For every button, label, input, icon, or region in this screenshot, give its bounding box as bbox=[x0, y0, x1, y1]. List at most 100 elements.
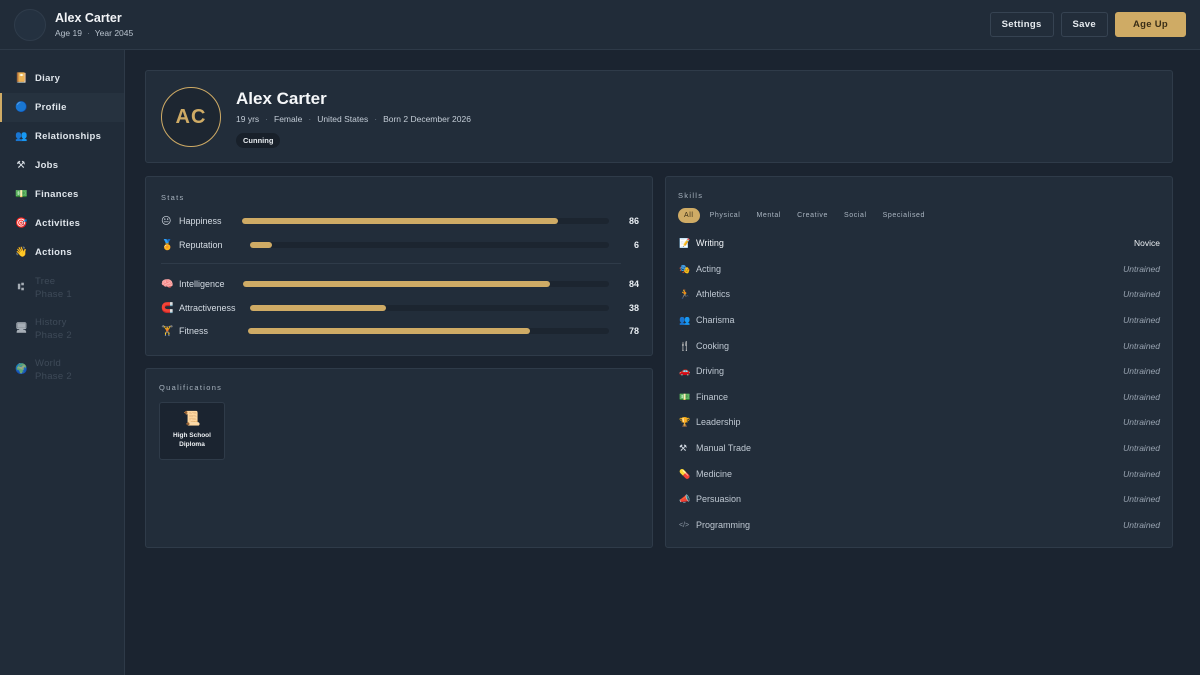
skill-level: Novice bbox=[1134, 238, 1160, 248]
people-icon: 👥 bbox=[679, 314, 691, 325]
brain-icon: 🧠 bbox=[161, 278, 174, 290]
qualification-item[interactable]: 📜 High School Diploma bbox=[159, 402, 225, 460]
skill-row-finance[interactable]: 💵 Finance Untrained bbox=[679, 390, 1160, 404]
avatar[interactable] bbox=[14, 8, 46, 41]
stat-row-attractiveness: 🧲 Attractiveness 38 bbox=[161, 301, 639, 315]
sidebar-item-finances[interactable]: 💵 Finances bbox=[0, 180, 124, 209]
stat-bar-fill bbox=[243, 281, 551, 287]
money-icon: 💵 bbox=[679, 391, 691, 402]
target-icon: 🎯 bbox=[15, 218, 28, 229]
profile-birthdate: Born 2 December 2026 bbox=[383, 114, 471, 124]
sidebar-item-label: Jobs bbox=[35, 160, 59, 171]
skill-label: Athletics bbox=[696, 289, 731, 299]
filter-specialised[interactable]: Specialised bbox=[877, 208, 931, 223]
skill-level: Untrained bbox=[1123, 469, 1160, 479]
car-icon: 🚗 bbox=[679, 365, 691, 376]
skill-row-driving[interactable]: 🚗 Driving Untrained bbox=[679, 364, 1160, 378]
acting-icon: 🎭 bbox=[679, 263, 691, 274]
skill-label: Writing bbox=[696, 238, 724, 248]
skill-label: Leadership bbox=[696, 417, 741, 427]
skill-row-persuasion[interactable]: 📣 Persuasion Untrained bbox=[679, 492, 1160, 506]
age-up-button[interactable]: Age Up bbox=[1114, 12, 1186, 37]
save-button[interactable]: Save bbox=[1060, 12, 1108, 37]
divider bbox=[161, 263, 621, 264]
stat-label: Happiness bbox=[179, 216, 222, 226]
hand-icon: 👋 bbox=[15, 247, 28, 258]
profile-card: AC Alex Carter 19 yrs · Female · United St… bbox=[145, 70, 1173, 163]
skill-row-acting[interactable]: 🎭 Acting Untrained bbox=[679, 262, 1160, 276]
fork-knife-icon: 🍴 bbox=[679, 340, 691, 351]
sidebar-item-relationships[interactable]: 👥 Relationships bbox=[0, 122, 124, 151]
sidebar: 📔 Diary 🔵 Profile 👥 Relationships ⚒ Jobs… bbox=[0, 50, 125, 675]
sidebar-item-label: Diary bbox=[35, 73, 61, 84]
money-icon: 💵 bbox=[15, 189, 28, 200]
stat-bar-track bbox=[243, 281, 609, 287]
fitness-icon: 🏋 bbox=[161, 325, 174, 337]
character-subtitle: Age 19 · Year 2045 bbox=[55, 28, 134, 38]
filter-social[interactable]: Social bbox=[838, 208, 873, 223]
sidebar-item-profile[interactable]: 🔵 Profile bbox=[0, 93, 124, 122]
section-title: Skills bbox=[678, 191, 704, 200]
stat-bar-fill bbox=[250, 242, 272, 248]
filter-all[interactable]: All bbox=[678, 208, 700, 223]
sidebar-item-activities[interactable]: 🎯 Activities bbox=[0, 209, 124, 238]
section-title: Stats bbox=[161, 193, 185, 202]
skill-level: Untrained bbox=[1123, 315, 1160, 325]
people-icon: 👥 bbox=[15, 131, 28, 142]
phase-label: Phase 1 bbox=[35, 289, 72, 300]
tools-icon: ⚒ bbox=[679, 442, 688, 453]
sidebar-item-diary[interactable]: 📔 Diary bbox=[0, 64, 124, 93]
tree-icon: ⑆ bbox=[17, 282, 25, 293]
phase-label: Phase 2 bbox=[35, 371, 72, 382]
stat-bar-track bbox=[250, 305, 609, 311]
settings-button[interactable]: Settings bbox=[989, 12, 1054, 37]
skill-row-charisma[interactable]: 👥 Charisma Untrained bbox=[679, 313, 1160, 327]
sidebar-item-tree-locked: ⑆ Tree Phase 1 bbox=[0, 269, 124, 310]
skill-level: Untrained bbox=[1123, 366, 1160, 376]
stat-bar-fill bbox=[242, 218, 558, 224]
sidebar-item-label: World bbox=[35, 358, 62, 369]
profile-gender: Female bbox=[274, 114, 303, 124]
phase-label: Phase 2 bbox=[35, 330, 72, 341]
skill-level: Untrained bbox=[1123, 264, 1160, 274]
filter-physical[interactable]: Physical bbox=[704, 208, 747, 223]
stat-label: Intelligence bbox=[179, 279, 225, 289]
skill-row-programming[interactable]: </> Programming Untrained bbox=[679, 518, 1160, 532]
skill-row-leadership[interactable]: 🏆 Leadership Untrained bbox=[679, 415, 1160, 429]
stat-row-happiness: 😐 Happiness 86 bbox=[161, 214, 639, 228]
skill-row-athletics[interactable]: 🏃 Athletics Untrained bbox=[679, 287, 1160, 301]
skill-row-manual-trade[interactable]: ⚒ Manual Trade Untrained bbox=[679, 441, 1160, 455]
sidebar-item-actions[interactable]: 👋 Actions bbox=[0, 238, 124, 267]
character-name: Alex Carter bbox=[55, 11, 122, 25]
stats-card: Stats 😐 Happiness 86 🏅 Reputation 6 🧠 In… bbox=[145, 176, 653, 356]
skill-row-writing[interactable]: 📝 Writing Novice bbox=[679, 236, 1160, 250]
pill-icon: 💊 bbox=[679, 468, 691, 479]
filter-creative[interactable]: Creative bbox=[791, 208, 834, 223]
skill-level: Untrained bbox=[1123, 417, 1160, 427]
stat-bar-track bbox=[242, 218, 609, 224]
stat-value: 6 bbox=[633, 240, 639, 250]
sidebar-item-label: Relationships bbox=[35, 131, 102, 142]
skill-label: Manual Trade bbox=[696, 443, 752, 453]
skill-row-medicine[interactable]: 💊 Medicine Untrained bbox=[679, 467, 1160, 481]
stat-row-intelligence: 🧠 Intelligence 84 bbox=[161, 277, 639, 291]
skill-label: Programming bbox=[696, 520, 751, 530]
sidebar-item-history-locked: 🖥 History Phase 2 bbox=[0, 310, 124, 351]
sidebar-item-label: Activities bbox=[35, 218, 81, 229]
skill-label: Charisma bbox=[696, 315, 735, 325]
globe-icon: 🌍 bbox=[15, 364, 28, 375]
happiness-icon: 😐 bbox=[161, 215, 172, 227]
writing-icon: 📝 bbox=[679, 237, 691, 248]
sidebar-item-jobs[interactable]: ⚒ Jobs bbox=[0, 151, 124, 180]
skills-card: Skills All Physical Mental Creative Soci… bbox=[665, 176, 1173, 548]
skill-level: Untrained bbox=[1123, 443, 1160, 453]
trait-badge[interactable]: Cunning bbox=[236, 133, 281, 148]
skill-row-cooking[interactable]: 🍴 Cooking Untrained bbox=[679, 339, 1160, 353]
stat-label: Fitness bbox=[179, 326, 209, 336]
stat-bar-track bbox=[250, 242, 609, 248]
filter-mental[interactable]: Mental bbox=[750, 208, 787, 223]
age-label: Age 19 bbox=[55, 28, 82, 38]
year-label: Year 2045 bbox=[94, 28, 134, 38]
skill-level: Untrained bbox=[1123, 289, 1160, 299]
skill-filter-bar: All Physical Mental Creative Social Spec… bbox=[678, 208, 931, 223]
